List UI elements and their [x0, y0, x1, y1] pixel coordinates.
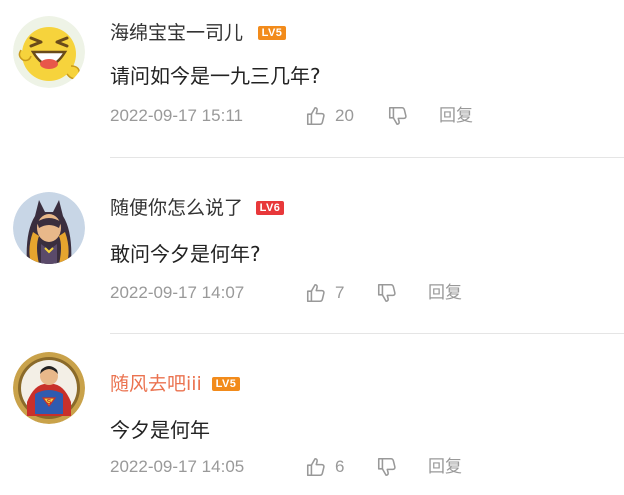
timestamp: 2022-09-17 14:05: [110, 457, 245, 476]
batgirl-avatar-image: [13, 192, 85, 264]
reply-button[interactable]: 回复: [428, 454, 462, 480]
thumbs-down-icon[interactable]: [376, 456, 398, 478]
reply-button[interactable]: 回复: [439, 103, 473, 129]
thumbs-down-icon[interactable]: [387, 105, 409, 127]
svg-text:S: S: [47, 399, 52, 406]
avatar[interactable]: [13, 16, 85, 88]
divider: [110, 157, 624, 158]
thumbs-up-icon[interactable]: [305, 282, 327, 304]
superman-avatar-image: S: [13, 352, 85, 424]
divider: [110, 333, 624, 334]
avatar[interactable]: S: [13, 352, 85, 424]
username[interactable]: 随便你怎么说了: [110, 196, 243, 220]
level-badge: LV5: [212, 377, 240, 391]
timestamp: 2022-09-17 14:07: [110, 283, 245, 302]
comment-text: 敢问今夕是何年?: [110, 242, 261, 266]
like-count: 7: [335, 283, 345, 302]
thumbs-up-icon[interactable]: [305, 456, 327, 478]
level-badge: LV6: [256, 201, 284, 215]
like-count: 6: [335, 457, 345, 476]
timestamp: 2022-09-17 15:11: [110, 106, 243, 125]
avatar[interactable]: [13, 192, 85, 264]
comment-text: 请问如今是一九三几年?: [110, 64, 321, 88]
username[interactable]: 海绵宝宝一司儿: [110, 21, 243, 45]
reply-button[interactable]: 回复: [428, 280, 462, 306]
laughing-emoji-avatar-image: [13, 16, 85, 88]
comment-list: 海绵宝宝一司儿 LV5 请问如今是一九三几年? 2022-09-17 15:11…: [0, 0, 624, 495]
comment-text: 今夕是何年: [110, 418, 210, 442]
like-count: 20: [335, 106, 354, 125]
username[interactable]: 随风去吧iii: [110, 372, 202, 396]
level-badge: LV5: [258, 26, 286, 40]
thumbs-up-icon[interactable]: [305, 105, 327, 127]
thumbs-down-icon[interactable]: [376, 282, 398, 304]
